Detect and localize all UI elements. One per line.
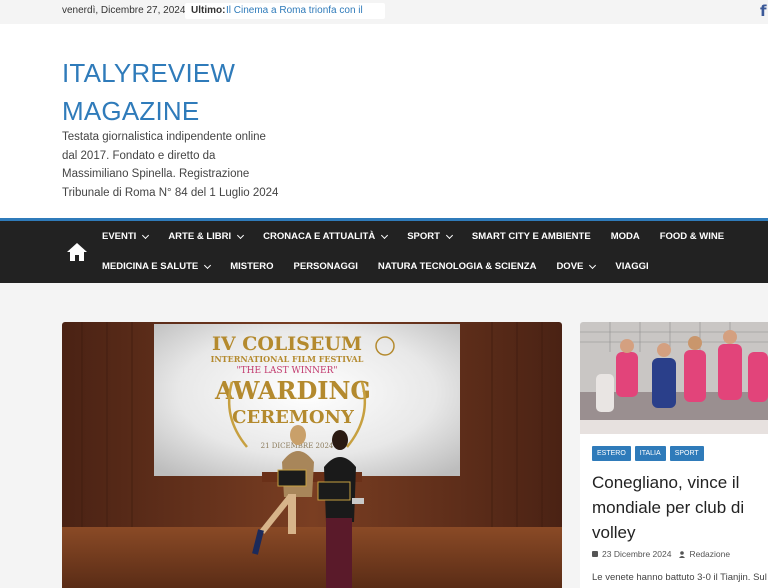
screen-text-4: AWARDING xyxy=(214,376,371,405)
tag-italia[interactable]: ITALIA xyxy=(634,446,666,461)
chevron-down-icon xyxy=(445,231,453,239)
nav-item-label: EVENTI xyxy=(102,231,137,242)
nav-item-arte-and-libri[interactable]: ARTE & LIBRI xyxy=(168,231,245,242)
nav-item-personaggi[interactable]: PERSONAGGI xyxy=(294,261,358,272)
current-date: venerdì, Dicembre 27, 2024 xyxy=(62,5,186,16)
latest-news-ticker[interactable]: Ultimo: Il Cinema a Roma trionfa con il xyxy=(185,3,385,19)
site-tagline: Testata giornalistica indipendente onlin… xyxy=(62,131,279,199)
volleyball-photo xyxy=(580,322,768,434)
nav-item-cronaca-e-attualita[interactable]: CRONACA E ATTUALITÀ xyxy=(263,231,389,242)
nav-row-secondary: MEDICINA E SALUTE MISTERO PERSONAGGI NATURA… xyxy=(102,261,669,272)
article-meta: 23 Dicembre 2024 Redazione xyxy=(592,549,730,559)
nav-item-label: MEDICINA E SALUTE xyxy=(102,261,199,272)
nav-item-label: VIAGGI xyxy=(615,261,649,272)
nav-item-dove[interactable]: DOVE xyxy=(556,261,597,272)
calendar-icon xyxy=(592,551,598,557)
ticker-link[interactable]: Il Cinema a Roma trionfa con il xyxy=(226,5,363,16)
nav-item-label: MISTERO xyxy=(230,261,274,272)
article-tags: ESTERO ITALIA SPORT xyxy=(592,446,708,461)
nav-item-label: PERSONAGGI xyxy=(293,261,358,272)
nav-item-label: CRONACA E ATTUALITÀ xyxy=(263,231,376,242)
nav-item-label: DOVE xyxy=(556,261,584,272)
nav-item-label: FOOD & WINE xyxy=(659,231,725,242)
screen-text-2: INTERNATIONAL FILM FESTIVAL xyxy=(211,354,364,364)
chevron-down-icon xyxy=(142,231,150,239)
user-icon xyxy=(679,550,686,558)
article-date[interactable]: 23 Dicembre 2024 xyxy=(602,549,671,559)
award-ceremony-photo: IV COLISEUM INTERNATIONAL FILM FESTIVAL … xyxy=(62,322,562,588)
top-bar: venerdì, Dicembre 27, 2024 Ultimo: Il Ci… xyxy=(0,0,768,24)
ticker-label: Ultimo: xyxy=(191,5,226,16)
article-title[interactable]: Conegliano, vince il mondiale per club d… xyxy=(592,470,768,545)
site-title[interactable]: ITALYREVIEW MAGAZINE xyxy=(62,54,302,130)
nav-item-eventi[interactable]: EVENTI xyxy=(102,231,150,242)
nav-item-mistero[interactable]: MISTERO xyxy=(230,261,273,272)
main-navigation: EVENTI ARTE & LIBRI CRONACA E ATTUALITÀ SPO… xyxy=(0,218,768,283)
article-card[interactable]: ESTERO ITALIA SPORT Conegliano, vince il m… xyxy=(580,322,768,588)
nav-item-label: MODA xyxy=(610,231,640,242)
nav-item-food-and-wine[interactable]: FOOD & WINE xyxy=(660,231,724,242)
nav-item-viaggi[interactable]: VIAGGI xyxy=(615,261,648,272)
article-card-image[interactable] xyxy=(580,322,768,434)
article-excerpt: Le venete hanno battuto 3-0 il Tianjin. … xyxy=(592,572,767,583)
tag-sport[interactable]: SPORT xyxy=(669,446,704,461)
nav-row-primary: EVENTI ARTE & LIBRI CRONACA E ATTUALITÀ SPO… xyxy=(102,231,744,242)
nav-item-label: SMART CITY E AMBIENTE xyxy=(471,231,591,242)
nav-item-moda[interactable]: MODA xyxy=(611,231,640,242)
nav-item-sport[interactable]: SPORT xyxy=(407,231,453,242)
chevron-down-icon xyxy=(204,261,212,269)
facebook-icon[interactable]: f xyxy=(760,2,767,20)
site-header: ITALYREVIEW MAGAZINE Testata giornalisti… xyxy=(0,24,768,218)
home-icon[interactable] xyxy=(66,242,88,262)
nav-item-label: SPORT xyxy=(407,231,440,242)
chevron-down-icon xyxy=(237,231,245,239)
nav-item-medicina-e-salute[interactable]: MEDICINA E SALUTE xyxy=(102,261,212,272)
nav-item-natura-tecnologia-and-scienza[interactable]: NATURA TECNOLOGIA & SCIENZA xyxy=(378,261,537,272)
nav-item-label: ARTE & LIBRI xyxy=(168,231,232,242)
screen-text-5: CEREMONY xyxy=(232,407,355,428)
nav-item-label: NATURA TECNOLOGIA & SCIENZA xyxy=(377,261,537,272)
chevron-down-icon xyxy=(589,261,597,269)
tag-estero[interactable]: ESTERO xyxy=(592,446,631,461)
chevron-down-icon xyxy=(381,231,389,239)
nav-item-smart-city-e-ambiente[interactable]: SMART CITY E AMBIENTE xyxy=(472,231,591,242)
screen-text-3: "THE LAST WINNER" xyxy=(237,366,338,376)
screen-text-1: IV COLISEUM xyxy=(212,333,362,355)
article-author[interactable]: Redazione xyxy=(689,549,730,559)
featured-article-image[interactable]: IV COLISEUM INTERNATIONAL FILM FESTIVAL … xyxy=(62,322,562,588)
